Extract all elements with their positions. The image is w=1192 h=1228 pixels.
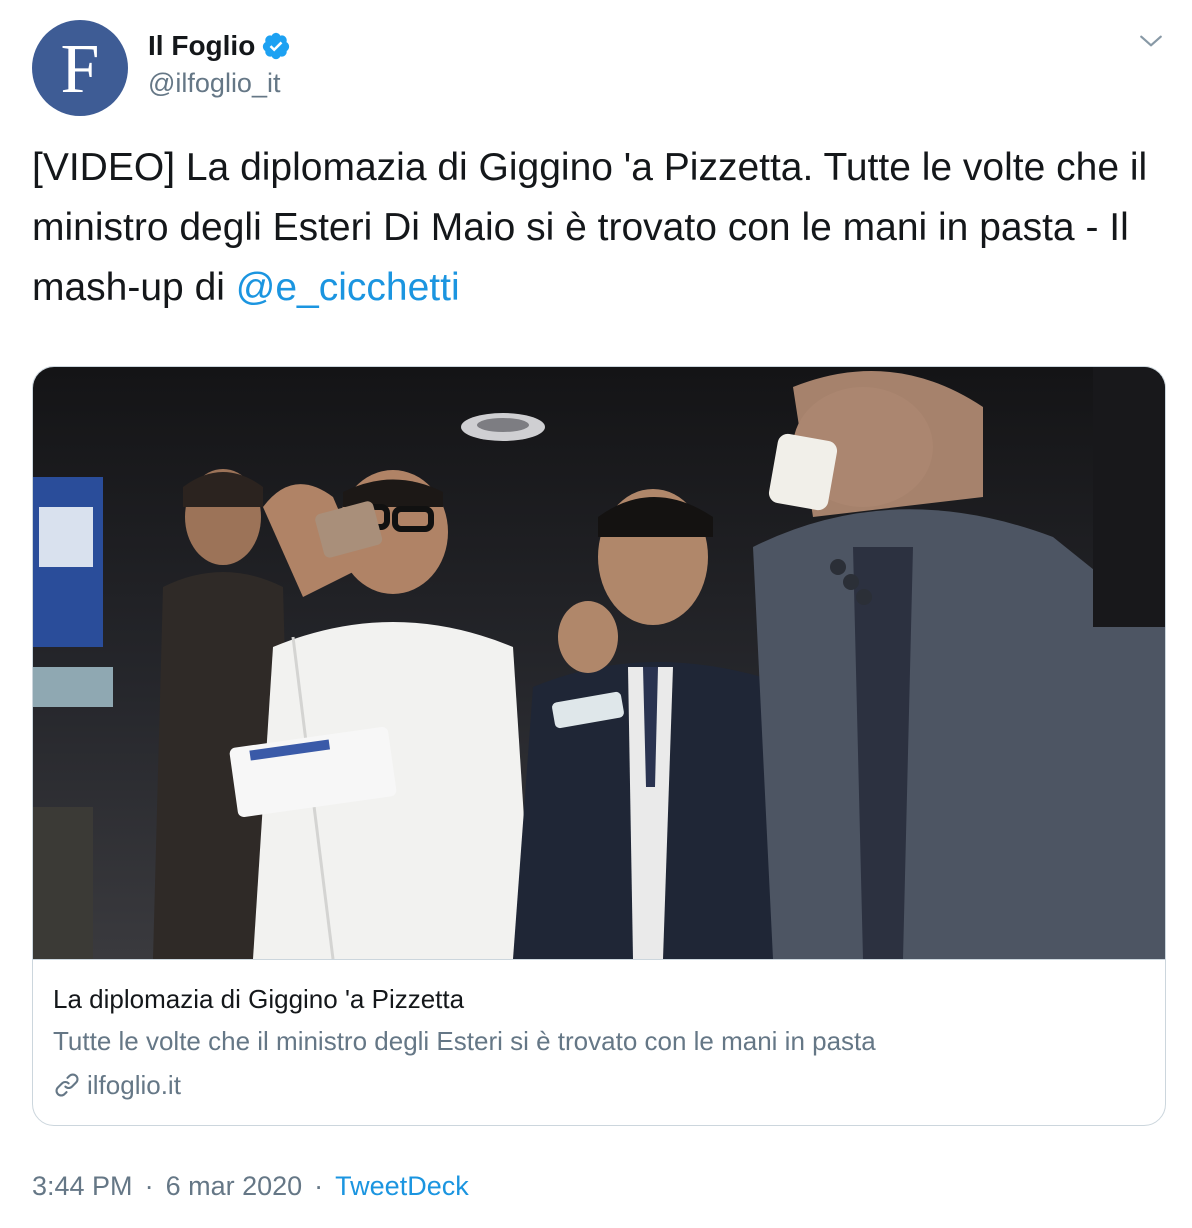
card-title: La diplomazia di Giggino 'a Pizzetta bbox=[53, 984, 465, 1014]
author-handle[interactable]: @ilfoglio_it bbox=[148, 68, 291, 99]
tweet-text: [VIDEO] La diplomazia di Giggino 'a Pizz… bbox=[32, 138, 1166, 318]
card-body: La diplomazia di Giggino 'a Pizzetta Tut… bbox=[53, 979, 1145, 1105]
meta-separator: · bbox=[314, 1170, 324, 1201]
tweet-header: F Il Foglio @ilfoglio_it bbox=[32, 20, 1166, 116]
tweet-time[interactable]: 3:44 PM bbox=[32, 1171, 133, 1202]
tweet-text-body: [VIDEO] La diplomazia di Giggino 'a Pizz… bbox=[32, 146, 1148, 309]
author-name-block[interactable]: Il Foglio @ilfoglio_it bbox=[148, 30, 291, 99]
tweet-metadata: 3:44 PM · 6 mar 2020 · TweetDeck bbox=[32, 1166, 469, 1206]
card-domain: ilfoglio.it bbox=[87, 1069, 181, 1100]
verified-badge-icon bbox=[263, 32, 290, 60]
card-description: Tutte le volte che il ministro degli Est… bbox=[53, 1026, 876, 1056]
link-icon bbox=[55, 1073, 79, 1097]
card-domain-row: ilfoglio.it bbox=[53, 1065, 1145, 1105]
author-avatar[interactable]: F bbox=[32, 20, 128, 116]
tweet-source-link[interactable]: TweetDeck bbox=[335, 1171, 469, 1202]
display-name-row: Il Foglio bbox=[148, 30, 291, 62]
chevron-down-icon[interactable] bbox=[1138, 28, 1164, 54]
avatar-letter: F bbox=[60, 31, 100, 108]
mention-link[interactable]: @e_cicchetti bbox=[236, 266, 460, 309]
link-card[interactable]: La diplomazia di Giggino 'a Pizzetta Tut… bbox=[32, 366, 1166, 1126]
tweet-date[interactable]: 6 mar 2020 bbox=[166, 1171, 303, 1202]
card-photo bbox=[33, 367, 1165, 959]
meta-separator: · bbox=[144, 1170, 154, 1201]
author-display-name[interactable]: Il Foglio bbox=[148, 30, 255, 62]
card-image bbox=[33, 367, 1165, 960]
